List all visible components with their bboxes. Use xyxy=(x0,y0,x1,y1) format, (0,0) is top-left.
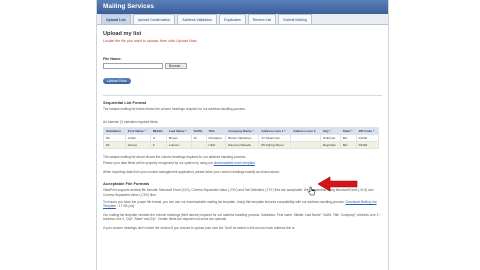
table-cell: Lefevre xyxy=(165,140,192,149)
table-cell xyxy=(290,133,321,142)
file-name-label: File Name: xyxy=(103,57,122,61)
template-size: - 17 KB (xls) xyxy=(115,204,135,209)
sample-intro: The sample mailing list below shows the … xyxy=(103,107,246,111)
tab-submit-mailing[interactable]: Submit Mailing xyxy=(278,14,312,24)
table-row: Mr. Arthur U Brown Sr. President Brown I… xyxy=(103,133,380,142)
sample-heading: Sequential List Format xyxy=(103,100,147,105)
sample-table: Salutation First Name * Middle Last Name… xyxy=(103,126,380,149)
table-cell: Sr. xyxy=(190,133,207,142)
column-header: Address Line 2 xyxy=(290,126,321,135)
wizard-tabs: Upload List Upload Confirmation Address … xyxy=(97,14,388,25)
table-cell: 21 Stuart Ave xyxy=(258,133,292,142)
table-cell: Brown xyxy=(165,133,192,142)
page-header: Mailing Services xyxy=(97,0,388,14)
template-note-end: . xyxy=(254,161,256,166)
table-cell: Brown Industries xyxy=(225,133,260,142)
formats-paragraph-2-text: To ensure you have the proper file forma… xyxy=(103,199,345,204)
column-header: Title xyxy=(205,126,227,135)
excel-template-link[interactable]: downloadable excel template xyxy=(214,161,255,165)
column-header: Address Line 1 * xyxy=(258,126,292,135)
upload-now-button[interactable]: Upload Now xyxy=(103,78,131,84)
table-cell: President xyxy=(205,133,227,142)
column-header: Company Name * xyxy=(225,126,260,135)
template-note: Please your data fields will be properly… xyxy=(103,161,382,166)
header-title: Mailing Services xyxy=(103,3,154,10)
column-header: City * xyxy=(319,126,341,135)
column-header: Middle xyxy=(149,126,167,135)
formats-paragraph-3: Our mailing list template includes the c… xyxy=(103,212,381,222)
table-cell: James xyxy=(124,140,151,149)
file-picker: Browse... xyxy=(103,63,382,69)
divider xyxy=(103,95,382,96)
table-cell: 02334 xyxy=(355,140,380,149)
table-cell: Raymond Realty xyxy=(225,140,260,149)
file-name-input[interactable] xyxy=(103,63,163,69)
tab-review-list[interactable]: Review List xyxy=(247,14,277,24)
export-note: When exporting data from your contact ma… xyxy=(103,169,281,174)
tab-duplicates[interactable]: Duplicates xyxy=(219,14,246,24)
required-note: An Asterisk (*) indicates required field… xyxy=(103,119,159,124)
upload-instruction: Locate the file you want to upload, then… xyxy=(103,39,198,43)
table-cell: Raynham xyxy=(319,140,341,149)
table-cell xyxy=(290,140,321,149)
table-cell: MA xyxy=(339,140,357,149)
hand-cursor-icon xyxy=(308,186,316,196)
table-header-row: Salutation First Name * Middle Last Name… xyxy=(103,126,380,135)
table-cell: CEO xyxy=(205,140,227,149)
mailing-services-panel: Mailing Services Upload List Upload Conf… xyxy=(96,0,389,270)
template-note-text: Please your data fields will be properly… xyxy=(103,161,213,166)
column-header: ZIP Code * xyxy=(355,126,380,135)
table-cell: MA xyxy=(339,133,357,142)
column-header: Salutation xyxy=(103,126,126,135)
column-header: Suffix xyxy=(190,126,207,135)
page-title: Upload my list xyxy=(103,31,142,37)
formats-paragraph-4: If your column headings don't match the … xyxy=(103,225,296,230)
table-row: Mr. James F Lefevre CEO Raymond Realty 6… xyxy=(103,140,380,149)
tab-address-validation[interactable]: Address Validation xyxy=(177,14,218,24)
sample-note: The sample mailing list above shows the … xyxy=(103,154,246,159)
formats-paragraph-2: To ensure you have the proper file forma… xyxy=(103,200,382,209)
browse-button[interactable]: Browse... xyxy=(165,63,188,69)
column-header: State * xyxy=(339,126,357,135)
tab-upload-list[interactable]: Upload List xyxy=(101,14,131,24)
table-cell xyxy=(190,140,207,149)
column-header: Last Name * xyxy=(165,126,192,135)
table-cell: Arthur xyxy=(124,133,151,142)
table-cell: 01232 xyxy=(355,133,380,142)
column-header: First Name * xyxy=(124,126,151,135)
table-cell: Holbrook xyxy=(319,133,341,142)
table-cell: Mr. xyxy=(103,133,126,142)
main-content: Upload my list Locate the file you want … xyxy=(97,25,388,235)
table-cell: F xyxy=(149,140,167,149)
pointer-arrow-icon xyxy=(318,176,358,192)
table-cell: Mr. xyxy=(103,140,126,149)
table-cell: 65 Spring Street xyxy=(258,140,292,149)
tab-upload-confirmation[interactable]: Upload Confirmation xyxy=(132,14,176,24)
table-cell: U xyxy=(149,133,167,142)
